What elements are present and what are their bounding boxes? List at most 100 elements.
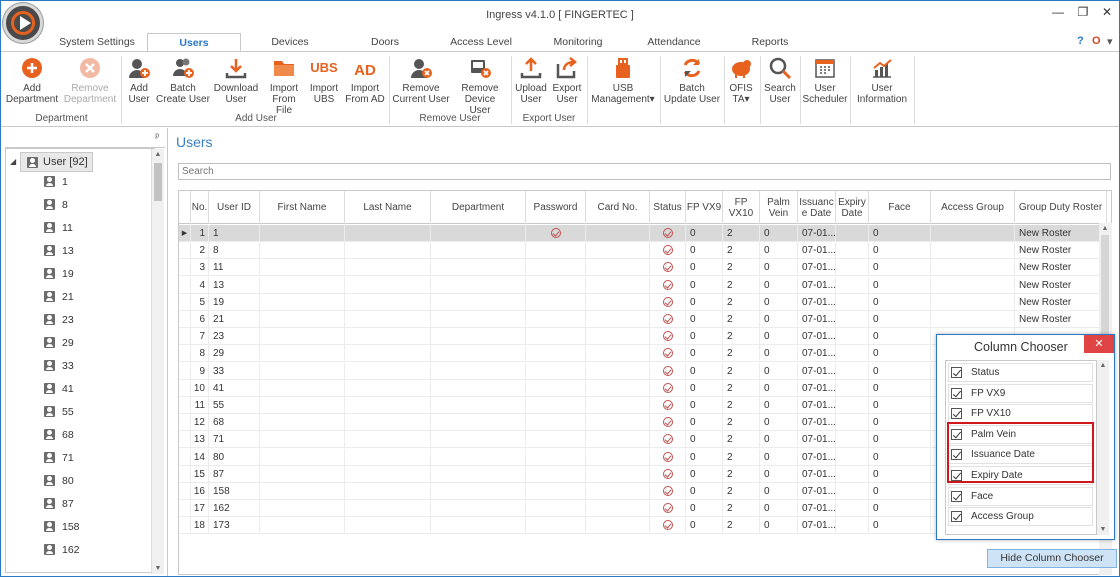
tree-item-user[interactable]: 33 <box>44 357 74 375</box>
collapse-triangle-icon[interactable]: ◢ <box>10 157 16 166</box>
tree-item-user[interactable]: 71 <box>44 449 74 467</box>
tree-item-user[interactable]: 162 <box>44 541 80 559</box>
tree-item-user[interactable]: 80 <box>44 472 74 490</box>
import-ubs-button[interactable]: UBS Import UBS <box>307 54 341 112</box>
table-row[interactable]: ▶ 1 1 0 2 0 07-01... 0 New Roster <box>179 225 1111 242</box>
tab-users[interactable]: Users <box>147 33 241 52</box>
tree-item-user[interactable]: 8 <box>44 196 68 214</box>
pin-icon[interactable]: ᵖ <box>155 132 159 143</box>
upload-user-button[interactable]: Upload User <box>513 54 549 112</box>
column-chooser-scrollbar[interactable]: ▲ ▼ <box>1097 360 1109 535</box>
scroll-up-icon[interactable]: ▲ <box>1097 362 1109 369</box>
remove-department-button[interactable]: Remove Department <box>62 54 118 112</box>
column-chooser-titlebar[interactable]: Column Chooser ✕ <box>937 335 1114 359</box>
tab-system-settings[interactable]: System Settings <box>51 33 143 51</box>
tree-item-user[interactable]: 11 <box>44 219 73 237</box>
column-chooser-item[interactable]: FP VX10 <box>948 404 1093 424</box>
column-header[interactable]: FP VX10 <box>723 191 760 224</box>
tree-item-user[interactable]: 158 <box>44 518 80 536</box>
tree-item-user[interactable]: 55 <box>44 403 74 421</box>
column-header[interactable]: User ID <box>209 191 260 224</box>
hide-column-chooser-button[interactable]: Hide Column Chooser <box>987 549 1117 568</box>
user-scheduler-button[interactable]: User Scheduler <box>802 54 848 112</box>
tab-monitoring[interactable]: Monitoring <box>543 33 613 51</box>
column-header[interactable]: Last Name <box>345 191 431 224</box>
column-chooser-item[interactable]: Access Group <box>948 507 1093 527</box>
search-input[interactable] <box>178 163 1111 180</box>
batch-create-user-button[interactable]: Batch Create User <box>155 54 211 112</box>
scroll-up-icon[interactable]: ▲ <box>152 151 164 158</box>
add-user-button[interactable]: Add User <box>125 54 153 112</box>
user-information-button[interactable]: User Information <box>852 54 912 112</box>
scroll-thumb[interactable] <box>154 163 162 201</box>
tab-reports[interactable]: Reports <box>741 33 799 51</box>
column-header[interactable]: Group Duty Roster <box>1015 191 1107 224</box>
scroll-down-icon[interactable]: ▼ <box>152 565 164 572</box>
checkbox-checked[interactable] <box>951 490 962 502</box>
column-chooser-item[interactable]: Status <box>948 363 1093 382</box>
table-row[interactable]: 5 19 0 2 0 07-01... 0 New Roster <box>179 293 1111 311</box>
export-user-button[interactable]: Export User <box>550 54 584 112</box>
ribbon-options-icon[interactable]: ▾ <box>1107 35 1113 48</box>
column-header[interactable]: Department <box>431 191 526 224</box>
tree-item-user[interactable]: 41 <box>44 380 74 398</box>
usb-management-button[interactable]: USB Management▾ <box>589 54 657 112</box>
minimize-button[interactable]: — <box>1047 3 1069 21</box>
column-header[interactable]: Password <box>526 191 586 224</box>
column-header[interactable]: Face <box>869 191 931 224</box>
tree-item-user[interactable]: 1 <box>44 173 68 191</box>
add-department-button[interactable]: Add Department <box>4 54 60 112</box>
empty-cell <box>345 328 431 346</box>
remove-device-user-button[interactable]: Remove Device User <box>453 54 507 116</box>
column-header[interactable]: Issuanc e Date <box>798 191 836 224</box>
table-row[interactable]: 4 13 0 2 0 07-01... 0 New Roster <box>179 276 1111 294</box>
column-header[interactable]: First Name <box>260 191 345 224</box>
tree-scrollbar[interactable]: ▲ ▼ <box>151 149 164 574</box>
checkbox-checked[interactable] <box>951 408 962 420</box>
column-header[interactable]: FP VX9 <box>686 191 723 224</box>
checkbox-checked[interactable] <box>951 387 962 399</box>
column-chooser-item[interactable]: Face <box>948 486 1093 506</box>
tree-item-user[interactable]: 13 <box>44 242 74 260</box>
column-chooser-close-button[interactable]: ✕ <box>1084 335 1114 353</box>
office-icon[interactable]: O <box>1092 35 1101 47</box>
help-icon[interactable]: ? <box>1077 35 1084 47</box>
tree-item-user[interactable]: 21 <box>44 288 74 306</box>
download-user-button[interactable]: Download User <box>213 54 259 112</box>
remove-current-user-button[interactable]: Remove Current User <box>391 54 451 112</box>
scroll-thumb[interactable] <box>1097 360 1105 430</box>
column-header[interactable]: No. <box>191 191 209 224</box>
tree-item-user[interactable]: 87 <box>44 495 74 513</box>
tree-item-user[interactable]: 29 <box>44 334 74 352</box>
checkbox-checked[interactable] <box>951 367 962 378</box>
tab-devices[interactable]: Devices <box>257 33 323 51</box>
search-user-button[interactable]: Search User <box>762 54 798 112</box>
batch-update-user-button[interactable]: Batch Update User <box>662 54 722 112</box>
ofis-ta-button[interactable]: OFIS TA▾ <box>726 54 756 112</box>
table-row[interactable]: 2 8 0 2 0 07-01... 0 New Roster <box>179 242 1111 260</box>
tree-root-users[interactable]: User [92] <box>20 152 93 172</box>
tree-item-user[interactable]: 23 <box>44 311 74 329</box>
column-header[interactable]: Access Group <box>931 191 1015 224</box>
column-header[interactable]: Card No. <box>586 191 650 224</box>
column-header[interactable]: Expiry Date <box>836 191 869 224</box>
import-from-file-button[interactable]: Import From File <box>263 54 305 116</box>
tab-attendance[interactable]: Attendance <box>639 33 709 51</box>
column-header[interactable]: Palm Vein <box>760 191 798 224</box>
checkbox-checked[interactable] <box>951 511 962 523</box>
column-chooser-item[interactable]: FP VX9 <box>948 383 1093 403</box>
tab-doors[interactable]: Doors <box>355 33 415 51</box>
scroll-down-icon[interactable]: ▼ <box>1097 526 1109 533</box>
column-header[interactable]: Status <box>650 191 686 224</box>
table-row[interactable]: 6 21 0 2 0 07-01... 0 New Roster <box>179 311 1111 328</box>
restore-button[interactable]: ❐ <box>1072 3 1094 21</box>
export-user-label: Export User <box>552 83 582 105</box>
scroll-up-icon[interactable]: ▲ <box>1099 225 1111 232</box>
tree-item-user[interactable]: 68 <box>44 426 74 444</box>
import-from-ad-button[interactable]: AD Import From AD <box>344 54 386 112</box>
tree-item-user[interactable]: 19 <box>44 265 74 283</box>
app-logo-icon[interactable] <box>3 3 43 43</box>
close-button[interactable]: ✕ <box>1096 3 1118 21</box>
table-row[interactable]: 3 11 0 2 0 07-01... 0 New Roster <box>179 259 1111 277</box>
tab-access-level[interactable]: Access Level <box>441 33 521 51</box>
